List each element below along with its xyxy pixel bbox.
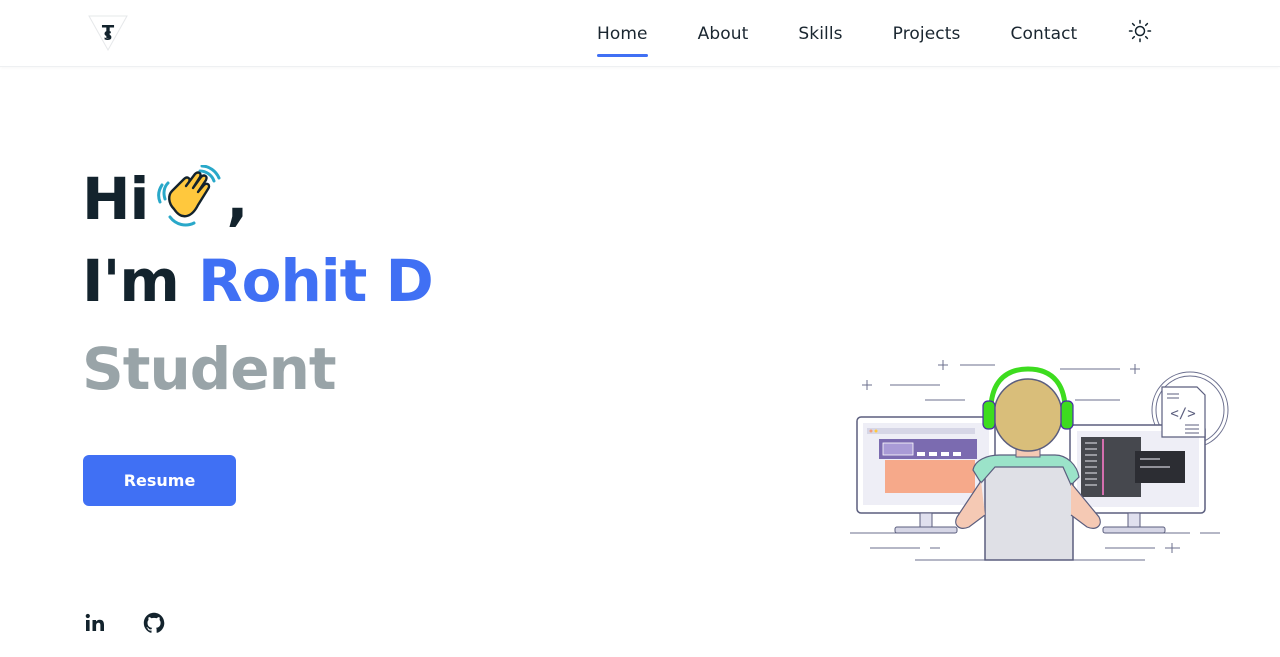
hero-name: Rohit D: [197, 247, 434, 315]
hero-intro: I'm Rohit D: [82, 252, 434, 310]
nav-item-contact[interactable]: Contact: [1010, 0, 1077, 67]
resume-button[interactable]: Resume: [83, 455, 236, 506]
hero-role: Student: [82, 335, 337, 403]
nav-item-skills[interactable]: Skills: [798, 0, 842, 67]
hero-greeting: Hi ,: [82, 164, 248, 233]
svg-text:S: S: [104, 29, 113, 43]
intro-prefix: I'm: [82, 247, 180, 315]
nav-links: Home About Skills Projects Contact: [597, 0, 1127, 67]
greeting-text: Hi: [82, 165, 149, 233]
triangle-logo-icon[interactable]: T S: [87, 14, 129, 52]
nav-item-home[interactable]: Home: [597, 0, 648, 67]
navbar: T S Home About Skills Projects Contact: [0, 0, 1280, 67]
github-icon[interactable]: [142, 611, 166, 635]
nav-item-about[interactable]: About: [698, 0, 749, 67]
developer-at-computers-illustration: </>: [845, 355, 1235, 570]
greeting-suffix: ,: [226, 165, 248, 233]
sun-icon[interactable]: [1128, 19, 1152, 43]
svg-text:</>: </>: [1170, 406, 1195, 422]
linkedin-icon[interactable]: [83, 611, 107, 635]
waving-hand-icon: [156, 164, 222, 231]
nav-item-projects[interactable]: Projects: [893, 0, 961, 67]
